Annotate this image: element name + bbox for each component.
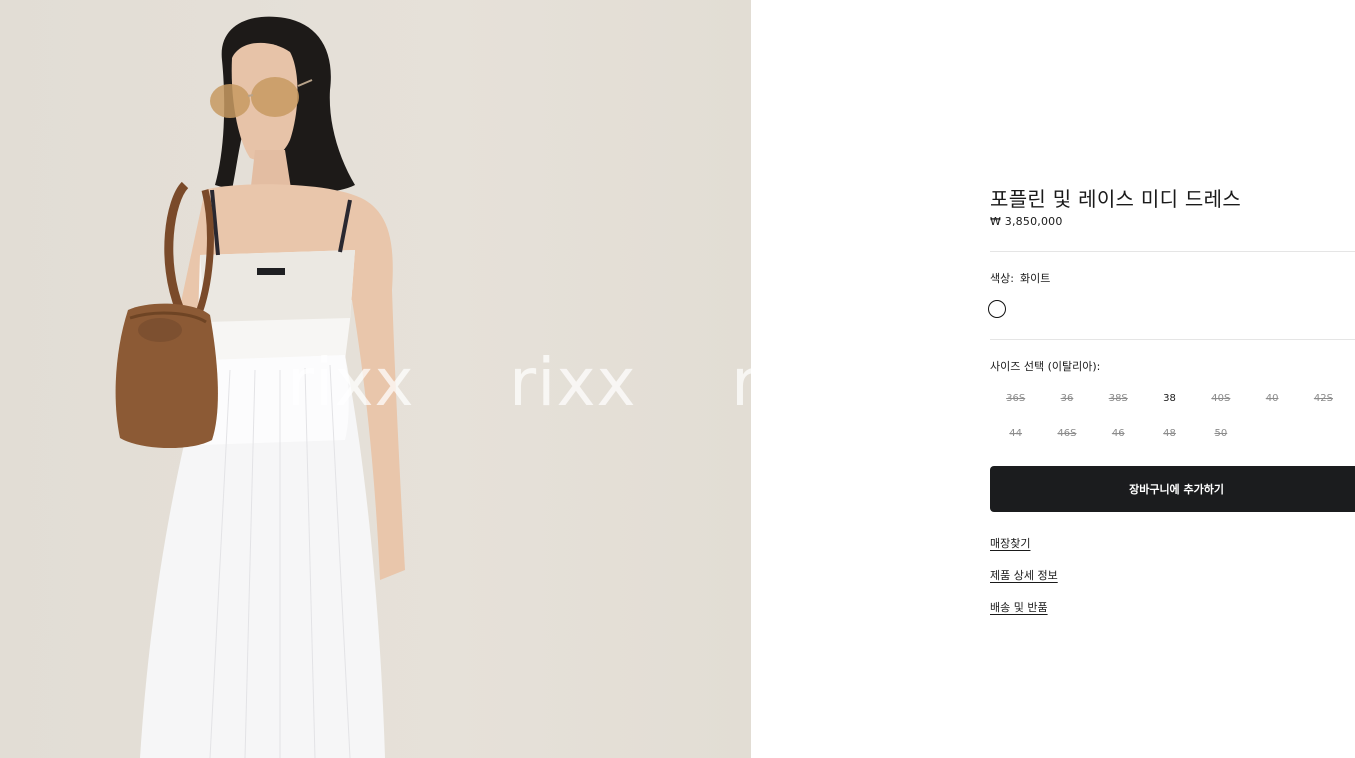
add-to-cart-label: 장바구니에 추가하기	[1129, 483, 1224, 496]
size-heading: 사이즈 선택 (이탈리아):	[990, 360, 1101, 373]
color-selection: 색상: 화이트	[990, 270, 1050, 286]
size-option[interactable]: 44	[990, 423, 1041, 458]
size-option[interactable]: 50	[1195, 423, 1246, 458]
color-label: 색상:	[990, 272, 1014, 285]
size-option[interactable]: 40S	[1195, 388, 1246, 423]
size-option[interactable]: 42S	[1298, 388, 1349, 423]
watermark-text: rixx	[731, 344, 751, 421]
product-page: rixx rixx rixx 포플린 및 레이스 미디 드레스 ₩ 3,850,…	[0, 0, 1355, 758]
size-option[interactable]: 38	[1144, 388, 1195, 423]
divider	[990, 251, 1355, 252]
size-option[interactable]: 36	[1041, 388, 1092, 423]
size-option[interactable]: 46	[1093, 423, 1144, 458]
shipping-returns-link[interactable]: 배송 및 반품	[990, 599, 1048, 615]
size-option[interactable]: 48	[1144, 423, 1195, 458]
size-option[interactable]: 40	[1246, 388, 1297, 423]
watermark-text: rixx	[509, 344, 637, 421]
product-details-link[interactable]: 제품 상세 정보	[990, 567, 1058, 583]
product-title: 포플린 및 레이스 미디 드레스	[990, 187, 1242, 211]
color-value: 화이트	[1019, 272, 1051, 285]
size-grid: 36S 36 38S 38 40S 40 42S 44 46S 46 48 50	[990, 388, 1355, 458]
product-detail-panel: 포플린 및 레이스 미디 드레스 ₩ 3,850,000 색상: 화이트 사이즈 …	[988, 0, 1355, 758]
product-price: ₩ 3,850,000	[990, 215, 1063, 228]
divider	[990, 339, 1355, 340]
size-option[interactable]: 46S	[1041, 423, 1092, 458]
add-to-cart-button[interactable]: 장바구니에 추가하기	[990, 466, 1355, 512]
size-option[interactable]: 36S	[990, 388, 1041, 423]
find-store-link[interactable]: 매장찾기	[990, 535, 1030, 551]
product-image: rixx rixx rixx	[0, 0, 751, 758]
watermark-text: rixx	[287, 344, 415, 421]
color-swatch-white[interactable]	[988, 300, 1006, 318]
size-option[interactable]: 38S	[1093, 388, 1144, 423]
